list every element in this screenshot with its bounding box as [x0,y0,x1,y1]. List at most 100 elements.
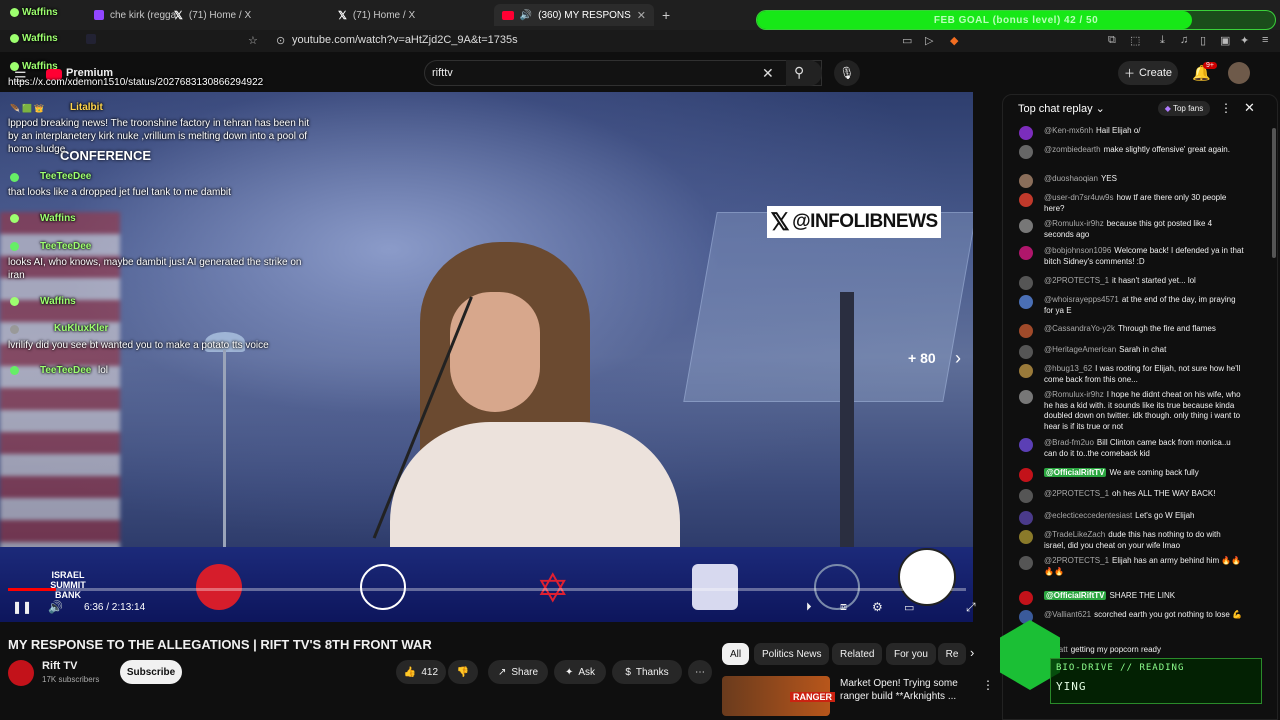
chat-avatar[interactable] [1019,193,1033,207]
brave-shield-icon[interactable]: ◆ [950,34,958,47]
chat-message[interactable]: @user-dn7sr4uw9s how tf are there only 30… [1044,193,1244,214]
chat-message[interactable]: @Mattgetting my popcorn ready [1044,645,1244,656]
chat-message[interactable]: @2PROTECTS_1 Elijah has an army behind hi… [1044,556,1244,577]
subscribe-button[interactable]: Subscribe [120,660,182,684]
menu-icon[interactable]: ≡ [1262,34,1268,46]
chat-avatar[interactable] [1019,489,1033,503]
fullscreen-icon[interactable]: ⤢ [966,600,976,615]
thanks-button[interactable]: $ Thanks [612,660,682,684]
chat-message[interactable]: @bobjohnson1096 Welcome back! I defended … [1044,246,1244,267]
chat-message[interactable]: @OfficialRiftTV SHARE THE LINK [1044,591,1244,602]
chat-username[interactable]: @hbug13_62 [1044,364,1092,373]
chat-message[interactable]: @whoisrayepps4571 at the end of the day, … [1044,295,1244,316]
chat-avatar[interactable] [1019,246,1033,260]
bookmark-icon[interactable]: ☆ [248,34,258,47]
chat-username[interactable]: @OfficialRiftTV [1044,468,1107,477]
chat-message[interactable]: @Valliant621 scorched earth you got nothi… [1044,610,1244,621]
chat-mode-dropdown[interactable]: Top chat replay ⌄ [1018,102,1105,115]
chat-avatar[interactable] [1019,591,1033,605]
chat-username[interactable]: @OfficialRiftTV [1044,591,1107,600]
chat-username[interactable]: @Brad-fm2uo [1044,438,1094,447]
new-tab-icon[interactable]: + [662,7,670,23]
more-videos-count[interactable]: + 80 [908,350,936,366]
channel-avatar[interactable] [8,660,34,686]
chat-username[interactable]: @whoisrayepps4571 [1044,295,1119,304]
chip-related[interactable]: Related [832,643,883,665]
chat-message[interactable]: @CassandraYo-y2k Through the fire and fla… [1044,324,1244,335]
chip-more[interactable]: Re [938,643,966,665]
close-chat-icon[interactable]: ✕ [1244,100,1255,116]
chat-username[interactable]: @zombiedearth [1044,145,1101,154]
chat-message[interactable]: @hbug13_62 I was rooting for Elijah, not … [1044,364,1244,385]
chat-message[interactable]: @2PROTECTS_1 oh hes ALL THE WAY BACK! [1044,489,1244,500]
chat-scrollbar[interactable] [1272,128,1276,258]
chat-avatar[interactable] [1019,438,1033,452]
chat-avatar[interactable] [1019,324,1033,338]
chat-username[interactable]: @duoshaoqian [1044,174,1098,183]
chat-avatar[interactable] [1019,364,1033,378]
chat-message[interactable]: @Romulux-ir9hz because this got posted li… [1044,219,1244,240]
volume-icon[interactable]: 🔊 [48,600,63,614]
chat-username[interactable]: @bobjohnson1096 [1044,246,1111,255]
extension-icon[interactable]: ⧉ [1108,34,1116,47]
chat-message[interactable]: @OfficialRiftTV We are coming back fully [1044,468,1244,479]
chat-username[interactable]: @CassandraYo-y2k [1044,324,1115,333]
chat-avatar[interactable] [1019,468,1033,482]
chat-username[interactable]: @HeritageAmerican [1044,345,1116,354]
play-extension-icon[interactable]: ▷ [925,34,933,47]
settings-gear-icon[interactable]: ⚙ [872,600,883,614]
video-progress-bar[interactable] [8,588,966,591]
chat-message[interactable]: @Brad-fm2uo Bill Clinton came back from m… [1044,438,1244,459]
chat-avatar[interactable] [1019,390,1033,404]
cast-icon[interactable]: ▭ [902,34,912,47]
ask-button[interactable]: ✦ Ask [554,660,606,684]
chat-username[interactable]: @TradeLikeZach [1044,530,1105,539]
chat-avatar[interactable] [1019,126,1033,140]
chat-avatar[interactable] [1019,276,1033,290]
share-button[interactable]: ↗ Share [488,660,548,684]
create-button[interactable]: ＋ Create [1118,61,1178,85]
address-url[interactable]: youtube.com/watch?v=aHtZjd2C_9A&t=1735s [292,34,518,46]
leo-icon[interactable]: ✦ [1240,34,1249,47]
more-actions-button[interactable]: ⋯ [688,660,712,684]
site-info-icon[interactable]: ⊙ [276,34,285,47]
chips-next-chevron-icon[interactable]: › [970,645,974,660]
chip-all[interactable]: All [722,643,750,665]
clear-search-icon[interactable]: ✕ [762,65,774,82]
subtitles-icon[interactable]: ⧈ [840,601,847,614]
chat-message[interactable]: @Romulux-ir9hz I hope he didnt cheat on h… [1044,390,1244,432]
chat-message[interactable]: @2PROTECTS_1 it hasn't started yet... lol [1044,276,1244,287]
chat-message[interactable]: @TradeLikeZach dude this has nothing to d… [1044,530,1244,551]
search-input[interactable]: rifttv [432,67,453,79]
chat-more-vertical-icon[interactable]: ⋮ [1220,101,1232,115]
chat-avatar[interactable] [1019,174,1033,188]
more-vertical-icon[interactable]: ⋮ [982,678,994,692]
chat-username[interactable]: @Romulux-ir9hz [1044,219,1104,228]
sidebar-icon[interactable]: ▯ [1200,34,1206,47]
chip-politics-news[interactable]: Politics News [754,643,830,665]
chip-for-you[interactable]: For you [886,643,936,665]
close-tab-icon[interactable]: ✕ [637,9,646,22]
chat-message[interactable]: @HeritageAmerican Sarah in chat [1044,345,1244,356]
chat-avatar[interactable] [1019,295,1033,309]
recommended-title[interactable]: Market Open! Trying some ranger build **… [840,677,980,703]
chat-message[interactable]: @zombiedearth make slightly offensive' gr… [1044,145,1244,156]
chat-avatar[interactable] [1019,556,1033,570]
pause-icon[interactable]: ❚❚ [12,600,32,614]
download-icon[interactable]: ⤓ [1160,34,1165,47]
chat-avatar[interactable] [1019,530,1033,544]
chat-username[interactable]: @2PROTECTS_1 [1044,276,1109,285]
top-fans-button[interactable]: ◆ Top fans [1158,101,1210,116]
chat-username[interactable]: @user-dn7sr4uw9s [1044,193,1113,202]
wallet-icon[interactable]: ▣ [1220,34,1230,47]
screenshot-icon[interactable]: ⬚ [1130,34,1140,47]
tab-x-home-2[interactable]: 𝕏 (71) Home / X [330,4,423,26]
miniplayer-icon[interactable]: ▭ [904,601,914,614]
account-avatar[interactable] [1228,62,1250,84]
like-button[interactable]: 👍 412 [396,660,446,684]
chat-avatar[interactable] [1019,219,1033,233]
chat-username[interactable]: @Romulux-ir9hz [1044,390,1104,399]
autoplay-toggle-icon[interactable]: ⏵ [806,601,812,614]
chat-username[interactable]: @Valliant621 [1044,610,1091,619]
chat-avatar[interactable] [1019,511,1033,525]
